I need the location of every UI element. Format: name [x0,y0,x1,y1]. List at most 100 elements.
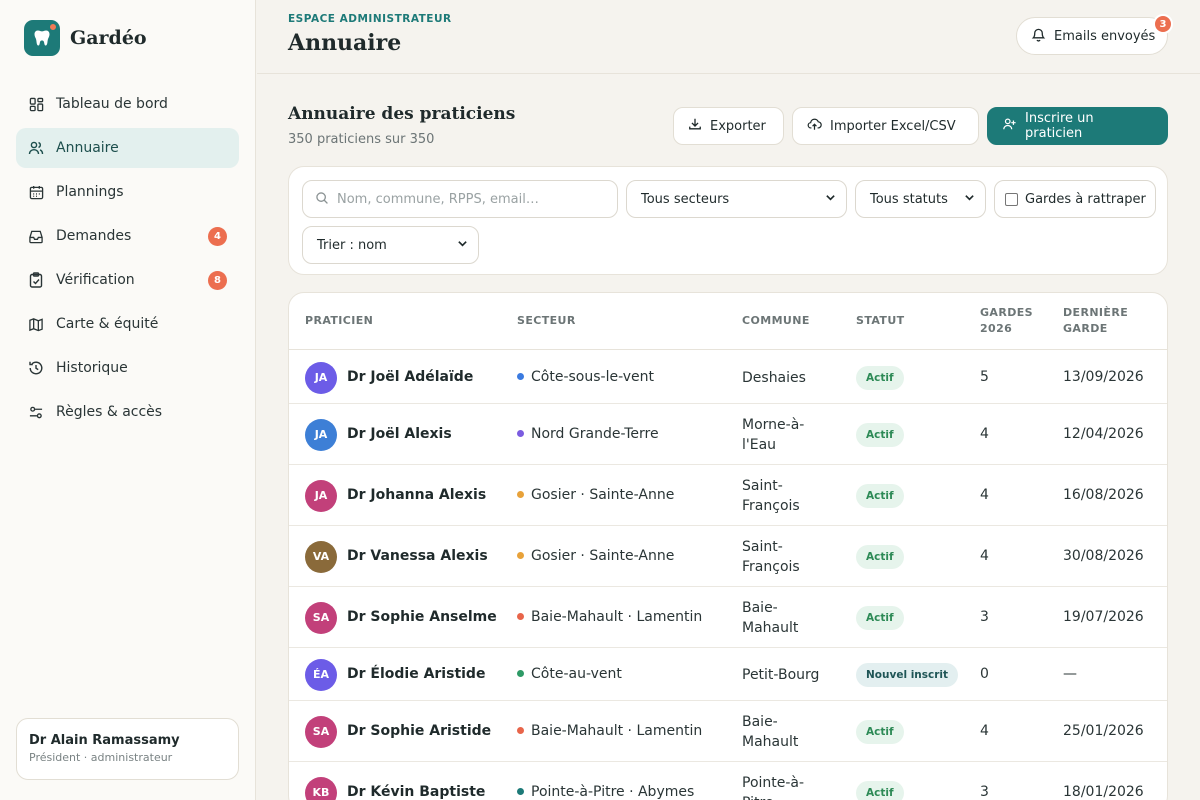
calendar-icon [28,184,44,200]
section-title: Annuaire des praticiens [288,104,516,124]
cloud-upload-icon [807,117,822,135]
avatar: SA [305,601,337,634]
history-icon [28,360,44,376]
column-header-commune[interactable]: COMMUNE [742,313,810,329]
sector-name: Côte-sous-le-vent [531,368,655,385]
search-input[interactable] [337,191,607,207]
register-practitioner-label: Inscrire un praticien [1025,111,1094,141]
table-row[interactable]: SA Dr Sophie Aristide Baie-Mahault · Lamen… [289,701,1167,762]
app-name: Gardéo [70,27,147,49]
export-button[interactable]: Exporter [673,107,784,145]
sector-cell: Baie-Mahault · Lamentin [517,723,702,739]
sector-color-dot [517,788,524,795]
commune-line2: François [742,497,800,514]
gardes-count: 5 [980,368,989,385]
sidebar-item-historique[interactable]: Historique [16,348,239,388]
table-row[interactable]: KB Dr Kévin Baptiste Pointe-à-Pitre · Abym… [289,762,1167,800]
last-shift-date: 13/09/2026 [1063,368,1144,385]
sort-select[interactable]: Trier : nom [302,226,479,264]
practitioner-name[interactable]: Dr Élodie Aristide [347,666,485,682]
emails-count-badge: 3 [1153,14,1173,34]
sidebar-item-plannings[interactable]: Plannings [16,172,239,212]
sector-name: Baie-Mahault · Lamentin [531,608,703,625]
sidebar-item-dashboard[interactable]: Tableau de bord [16,84,239,124]
sidebar-item-label: Tableau de bord [56,96,168,112]
practitioner-name[interactable]: Dr Sophie Aristide [347,723,491,739]
avatar: VA [305,540,337,573]
sector-cell: Côte-sous-le-vent [517,369,654,385]
practitioner-name[interactable]: Dr Joël Alexis [347,426,452,442]
column-header-gardes-line1: GARDES [980,306,1033,319]
register-practitioner-button[interactable]: Inscrire un praticien [987,107,1168,145]
column-header-gardes[interactable]: GARDES 2026 [980,305,1033,337]
table-row[interactable]: ÉA Dr Élodie Aristide Côte-au-vent Petit-Bo… [289,648,1167,701]
clipboard-check-icon [28,272,44,288]
last-shift-date: — [1063,665,1077,682]
sector-name: Nord Grande-Terre [531,425,659,442]
commune-line2: François [742,558,800,575]
practitioner-name[interactable]: Dr Vanessa Alexis [347,548,488,564]
sidebar-item-carte[interactable]: Carte & équité [16,304,239,344]
table-row[interactable]: VA Dr Vanessa Alexis Gosier · Sainte-Anne S… [289,526,1167,587]
chevron-down-icon [825,192,836,207]
practitioner-count: 350 praticiens sur 350 [288,132,435,147]
sidebar-item-annuaire[interactable]: Annuaire [16,128,239,168]
sector-name: Pointe-à-Pitre · Abymes [531,783,695,800]
table-row[interactable]: SA Dr Sophie Anselme Baie-Mahault · Lament… [289,587,1167,648]
emails-sent-button[interactable]: Emails envoyés 3 [1016,14,1173,55]
table-row[interactable]: JA Dr Joël Alexis Nord Grande-Terre Morne-à… [289,404,1167,465]
status-select[interactable]: Tous statuts [855,180,986,218]
brand[interactable]: Gardéo [24,20,147,56]
status-badge: Actif [856,483,904,508]
gardes-count: 3 [980,608,989,625]
sector-select-value: Tous secteurs [641,191,730,207]
gardes-count: 4 [980,547,989,564]
column-header-derniere-garde[interactable]: DERNIÈRE GARDE [1063,305,1128,337]
commune-line1: Deshaies [742,369,806,386]
sector-color-dot [517,430,524,437]
sidebar-item-regles[interactable]: Règles & accès [16,392,239,432]
sector-select[interactable]: Tous secteurs [626,180,847,218]
table-row[interactable]: JA Dr Johanna Alexis Gosier · Sainte-Anne S… [289,465,1167,526]
column-header-derniere-line1: DERNIÈRE [1063,306,1129,319]
top-header: ESPACE ADMINISTRATEUR Annuaire Emails en… [257,0,1200,74]
table-row[interactable]: JA Dr Joël Adélaïde Côte-sous-le-vent Desha… [289,351,1167,404]
sidebar-item-verification[interactable]: Vérification 8 [16,260,239,300]
column-header-secteur[interactable]: SECTEUR [517,313,576,329]
sector-name: Baie-Mahault · Lamentin [531,722,703,739]
gardes-count: 4 [980,722,989,739]
commune-line2: l'Eau [742,436,777,453]
export-label: Exporter [710,118,766,134]
status-badge: Actif [856,780,904,800]
gardes-count: 3 [980,783,989,800]
status-badge: Actif [856,605,904,630]
search-box[interactable] [302,180,618,218]
checkbox-box[interactable] [1005,192,1018,206]
import-label: Importer Excel/CSV [830,118,956,134]
column-header-statut[interactable]: STATUT [856,313,905,329]
commune-line2: Pitre [742,793,832,800]
column-header-derniere-line2: GARDE [1063,322,1108,335]
sidebar-item-label: Vérification [56,272,135,288]
missed-shifts-label: Gardes à rattraper [1025,191,1146,207]
users-icon [28,140,44,156]
status-badge: Actif [856,544,904,569]
user-card[interactable]: Dr Alain Ramassamy Président · administr… [16,718,239,780]
sidebar-item-demandes[interactable]: Demandes 4 [16,216,239,256]
import-button[interactable]: Importer Excel/CSV [792,107,979,145]
sector-cell: Nord Grande-Terre [517,426,659,442]
avatar: JA [305,418,337,451]
map-icon [28,316,44,332]
practitioner-name[interactable]: Dr Johanna Alexis [347,487,486,503]
practitioner-name[interactable]: Dr Sophie Anselme [347,609,497,625]
commune-cell: Baie- Mahault [742,598,832,638]
gardes-count: 4 [980,486,989,503]
practitioner-name[interactable]: Dr Joël Adélaïde [347,369,473,385]
column-header-praticien[interactable]: PRATICIEN [305,313,373,329]
avatar: KB [305,776,337,800]
practitioner-name[interactable]: Dr Kévin Baptiste [347,784,485,800]
avatar: JA [305,479,337,512]
demandes-count-badge: 4 [208,227,227,246]
missed-shifts-checkbox[interactable]: Gardes à rattraper [994,180,1156,218]
commune-cell: Baie- Mahault [742,712,832,752]
